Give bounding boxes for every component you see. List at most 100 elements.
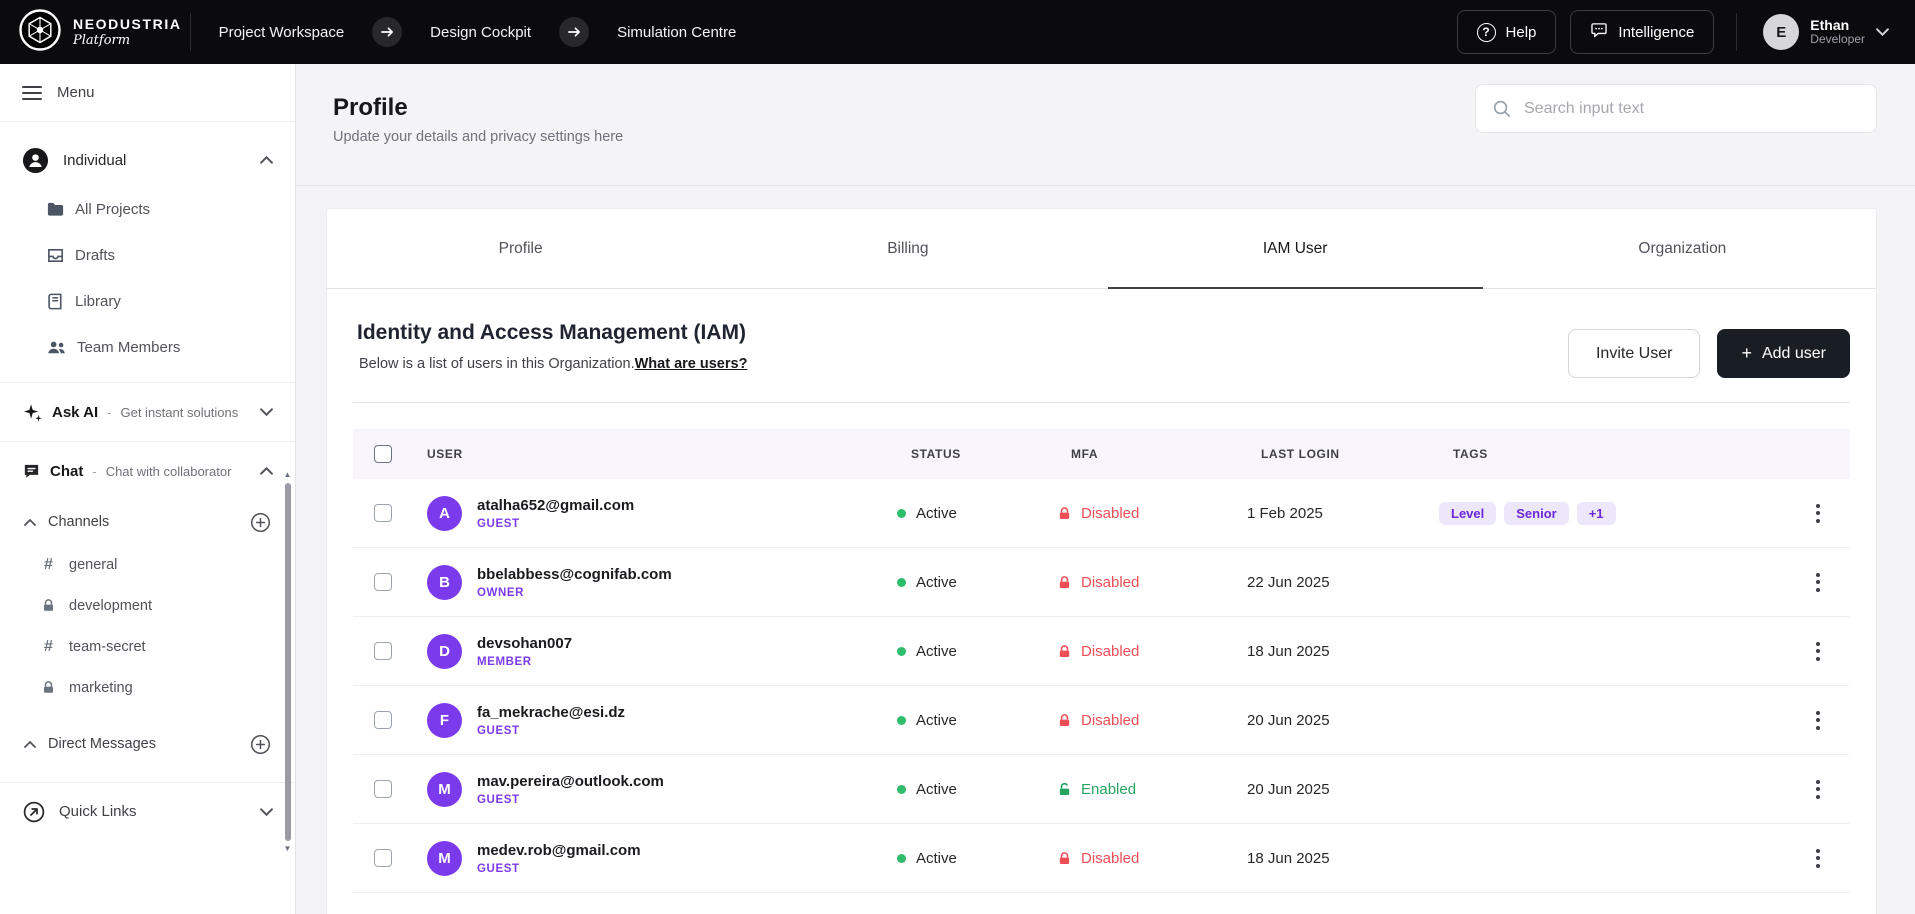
user-menu[interactable]: E Ethan Developer — [1759, 14, 1889, 50]
mfa-cell: Disabled — [1057, 850, 1247, 867]
ask-ai-subtitle: Get instant solutions — [120, 405, 238, 420]
library-icon — [46, 292, 65, 311]
sidebar-ask-ai[interactable]: Ask AI - Get instant solutions — [0, 383, 295, 441]
select-all-checkbox[interactable] — [374, 445, 392, 463]
tag-pill: +1 — [1577, 502, 1616, 525]
brand[interactable]: NEODUSTRIA Platform — [18, 8, 182, 57]
direct-messages-label: Direct Messages — [48, 736, 156, 752]
iam-actions: Invite User + Add user — [1568, 329, 1850, 378]
nav-arrow-button[interactable] — [372, 17, 402, 47]
nav-arrow-button[interactable] — [559, 17, 589, 47]
kebab-menu[interactable] — [1810, 636, 1826, 667]
user-name: Ethan — [1810, 17, 1865, 33]
kebab-menu[interactable] — [1810, 498, 1826, 529]
user-cell: M mav.pereira@outlook.com GUEST — [413, 772, 897, 807]
sidebar-item[interactable]: Drafts — [0, 232, 295, 278]
kebab-menu[interactable] — [1810, 567, 1826, 598]
sidebar-scrollbar[interactable]: ▲ ▼ — [282, 470, 293, 854]
table-row: M medev.rob@gmail.com GUEST Active — [353, 824, 1850, 893]
chevron-up-icon — [260, 467, 273, 475]
channel-item[interactable]: # team-secret — [0, 626, 295, 667]
search-box[interactable] — [1475, 84, 1877, 133]
invite-user-button[interactable]: Invite User — [1568, 329, 1700, 378]
add-dm-icon[interactable] — [250, 734, 271, 755]
top-nav-label[interactable]: Project Workspace — [213, 24, 351, 41]
intelligence-icon — [1590, 21, 1608, 43]
kebab-menu[interactable] — [1810, 774, 1826, 805]
dash: - — [107, 405, 111, 420]
hash-icon: # — [40, 556, 57, 574]
arrow-right-icon — [568, 26, 581, 38]
sidebar-item[interactable]: Team Members — [0, 324, 295, 370]
sidebar-chat[interactable]: Chat - Chat with collaborator — [0, 442, 295, 500]
what-are-users-link[interactable]: What are users? — [635, 356, 748, 372]
user-role-badge: GUEST — [477, 518, 634, 530]
individual-items: All Projects Drafts Library — [0, 186, 295, 370]
tab[interactable]: Profile — [327, 209, 714, 288]
mfa-text: Disabled — [1081, 643, 1139, 660]
status-dot — [897, 716, 906, 725]
brand-name: NEODUSTRIA — [73, 17, 182, 32]
channels-header[interactable]: Channels — [0, 500, 295, 544]
mfa-text: Enabled — [1081, 781, 1136, 798]
sidebar-item[interactable]: Library — [0, 278, 295, 324]
lock-icon — [40, 598, 57, 613]
row-checkbox[interactable] — [374, 573, 392, 591]
individual-icon — [22, 147, 49, 174]
tab[interactable]: Billing — [714, 209, 1101, 288]
kebab-menu[interactable] — [1810, 705, 1826, 736]
last-login-cell: 22 Jun 2025 — [1247, 574, 1439, 591]
sidebar-item[interactable]: All Projects — [0, 186, 295, 232]
lock-closed-icon — [1057, 713, 1072, 728]
tab[interactable]: IAM User — [1102, 209, 1489, 288]
iam-title: Identity and Access Management (IAM) — [357, 321, 747, 345]
kebab-menu[interactable] — [1810, 843, 1826, 874]
hash-icon: # — [40, 638, 57, 656]
top-nav-label[interactable]: Simulation Centre — [611, 24, 742, 41]
chevron-down-icon — [1876, 28, 1889, 36]
row-checkbox[interactable] — [374, 642, 392, 660]
mfa-text: Disabled — [1081, 505, 1139, 522]
status-dot — [897, 509, 906, 518]
user-avatar: E — [1763, 14, 1799, 50]
table-body: A atalha652@gmail.com GUEST Active — [353, 479, 1850, 893]
channel-item[interactable]: # general — [0, 544, 295, 585]
user-email: devsohan007 — [477, 635, 572, 652]
lock-closed-icon — [1057, 851, 1072, 866]
brand-logo-icon — [18, 8, 62, 57]
add-user-button[interactable]: + Add user — [1717, 329, 1850, 378]
status-dot — [897, 854, 906, 863]
help-label: Help — [1506, 24, 1537, 41]
table-row: F fa_mekrache@esi.dz GUEST Active — [353, 686, 1850, 755]
row-checkbox[interactable] — [374, 780, 392, 798]
add-channel-icon[interactable] — [250, 512, 271, 533]
intelligence-button[interactable]: Intelligence — [1570, 10, 1714, 54]
scroll-up-arrow[interactable]: ▲ — [284, 470, 292, 480]
collapse-caret-icon — [24, 519, 36, 526]
tab[interactable]: Organization — [1489, 209, 1876, 288]
iam-section-header: Identity and Access Management (IAM) Bel… — [327, 289, 1876, 402]
sidebar-section-individual[interactable]: Individual — [0, 134, 295, 186]
quick-links-label: Quick Links — [59, 803, 137, 820]
sidebar-item-label: Team Members — [77, 339, 180, 356]
quick-links[interactable]: Quick Links — [0, 782, 295, 840]
sidebar-item-label: Library — [75, 293, 121, 310]
direct-messages-header[interactable]: Direct Messages — [0, 722, 295, 766]
search-input[interactable] — [1524, 100, 1860, 118]
row-checkbox[interactable] — [374, 711, 392, 729]
channel-list: # general # development # team-secr — [0, 544, 295, 708]
channel-item[interactable]: # marketing — [0, 667, 295, 708]
lock-open-icon — [1057, 782, 1072, 797]
add-user-label: Add user — [1762, 345, 1826, 363]
menu-toggle[interactable]: Menu — [0, 64, 295, 122]
channel-name: marketing — [69, 680, 133, 696]
top-nav-label[interactable]: Design Cockpit — [424, 24, 537, 41]
status-cell: Active — [897, 712, 1057, 729]
help-button[interactable]: ? Help — [1457, 10, 1557, 54]
scrollbar-thumb[interactable] — [285, 483, 291, 841]
channel-item[interactable]: # development — [0, 585, 295, 626]
page-header: Profile Update your details and privacy … — [296, 64, 1915, 186]
row-checkbox[interactable] — [374, 504, 392, 522]
scroll-down-arrow[interactable]: ▼ — [284, 844, 292, 854]
row-checkbox[interactable] — [374, 849, 392, 867]
